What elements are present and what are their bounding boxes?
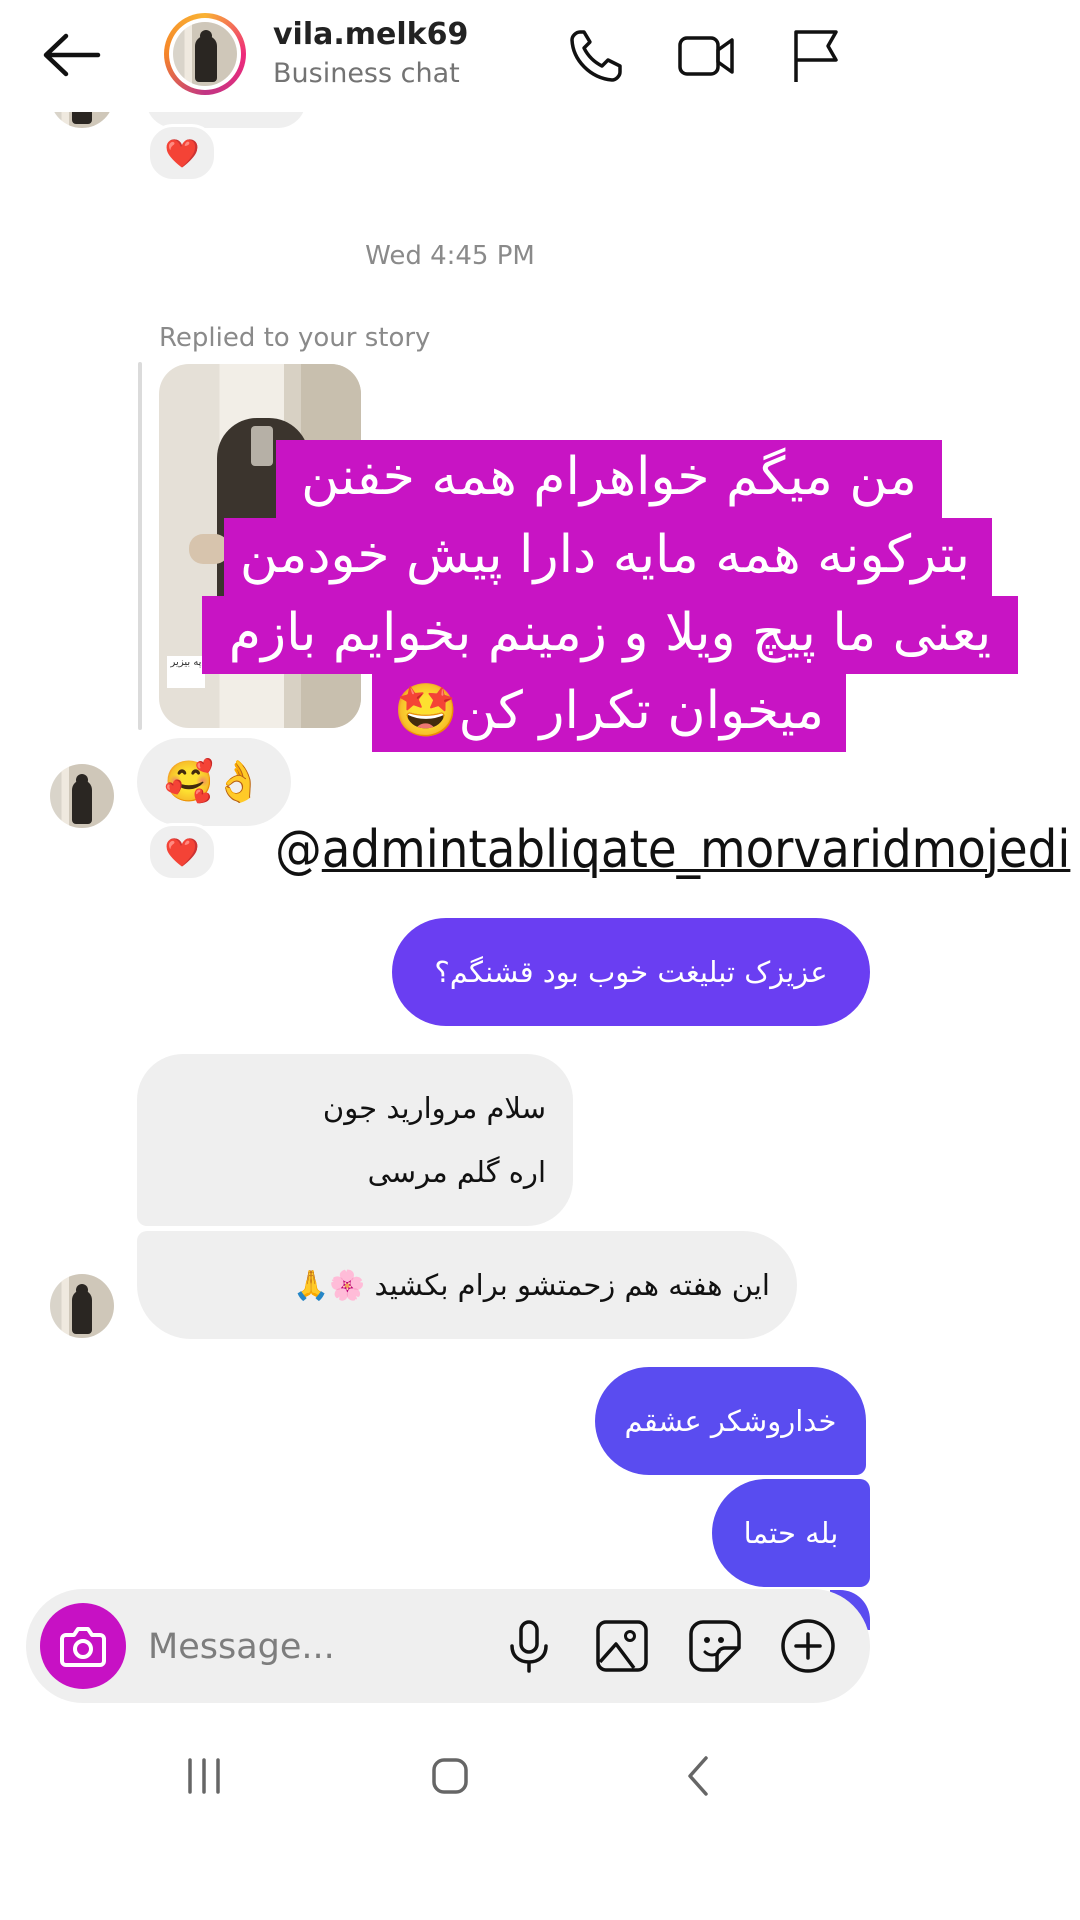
story-overlay-line: من میگم خواهرام همه خفنن bbox=[276, 440, 942, 518]
incoming-message[interactable]: سلام مروارید جون اره گلم مرسی bbox=[137, 1054, 573, 1226]
microphone-icon[interactable] bbox=[499, 1616, 559, 1676]
story-mention[interactable]: @admintabliqate_morvaridmojedi bbox=[275, 820, 1071, 880]
gallery-icon[interactable] bbox=[592, 1616, 652, 1676]
incoming-message[interactable]: این هفته هم زحمتشو برام بکشید 🌸🙏 bbox=[137, 1231, 797, 1339]
outgoing-message[interactable]: خداروشکر عشقم bbox=[595, 1367, 866, 1475]
message-line: سلام مروارید جون bbox=[322, 1091, 546, 1125]
phone-icon[interactable] bbox=[566, 26, 626, 86]
system-navbar bbox=[0, 1720, 900, 1840]
timestamp: Wed 4:45 PM bbox=[365, 241, 535, 271]
avatar[interactable] bbox=[164, 13, 246, 95]
message-composer bbox=[26, 1589, 870, 1703]
story-overlay-line: یعنی ما پیچ ویلا و زمینم بخوایم بازم bbox=[202, 596, 1018, 674]
emoji-message[interactable]: 👌🥰 bbox=[137, 738, 291, 826]
message-reaction[interactable]: ❤️ bbox=[147, 124, 217, 182]
sender-avatar[interactable] bbox=[50, 764, 114, 828]
chat-subtitle: Business chat bbox=[273, 58, 460, 89]
back-arrow-icon[interactable] bbox=[40, 30, 104, 80]
story-sticker: په بیزیر bbox=[167, 656, 205, 688]
camera-button[interactable] bbox=[40, 1603, 126, 1689]
camera-icon bbox=[60, 1627, 106, 1667]
reply-indicator-bar bbox=[138, 362, 142, 730]
heart-icon: ❤️ bbox=[164, 136, 200, 170]
home-icon[interactable] bbox=[428, 1754, 472, 1798]
message-input[interactable] bbox=[146, 1619, 510, 1675]
recent-apps-icon[interactable] bbox=[182, 1754, 226, 1798]
heart-icon: ❤️ bbox=[164, 835, 200, 869]
back-icon[interactable] bbox=[678, 1754, 722, 1798]
message-reaction[interactable]: ❤️ bbox=[147, 823, 217, 881]
chat-header: vila.melk69 Business chat bbox=[0, 0, 1080, 112]
message-line: اره گلم مرسی bbox=[367, 1155, 546, 1189]
video-icon[interactable] bbox=[676, 26, 736, 86]
sender-avatar[interactable] bbox=[50, 1274, 114, 1338]
chat-screen: vila.melk69 Business chat ❤️ Wed 4:45 PM… bbox=[0, 0, 1080, 1920]
outgoing-message[interactable]: بله حتما bbox=[712, 1479, 870, 1587]
story-overlay-line: بترکونه همه مایه دارا پیش خودمن bbox=[224, 518, 992, 596]
story-reply-label: Replied to your story bbox=[159, 323, 431, 353]
flag-icon[interactable] bbox=[786, 26, 846, 86]
chat-username[interactable]: vila.melk69 bbox=[273, 17, 468, 52]
sticker-icon[interactable] bbox=[685, 1616, 745, 1676]
plus-icon[interactable] bbox=[778, 1616, 838, 1676]
story-overlay-line: میخوان تکرار کن🤩 bbox=[372, 674, 846, 752]
outgoing-message[interactable]: عزیزک تبلیغت خوب بود قشنگم؟ bbox=[392, 918, 870, 1026]
